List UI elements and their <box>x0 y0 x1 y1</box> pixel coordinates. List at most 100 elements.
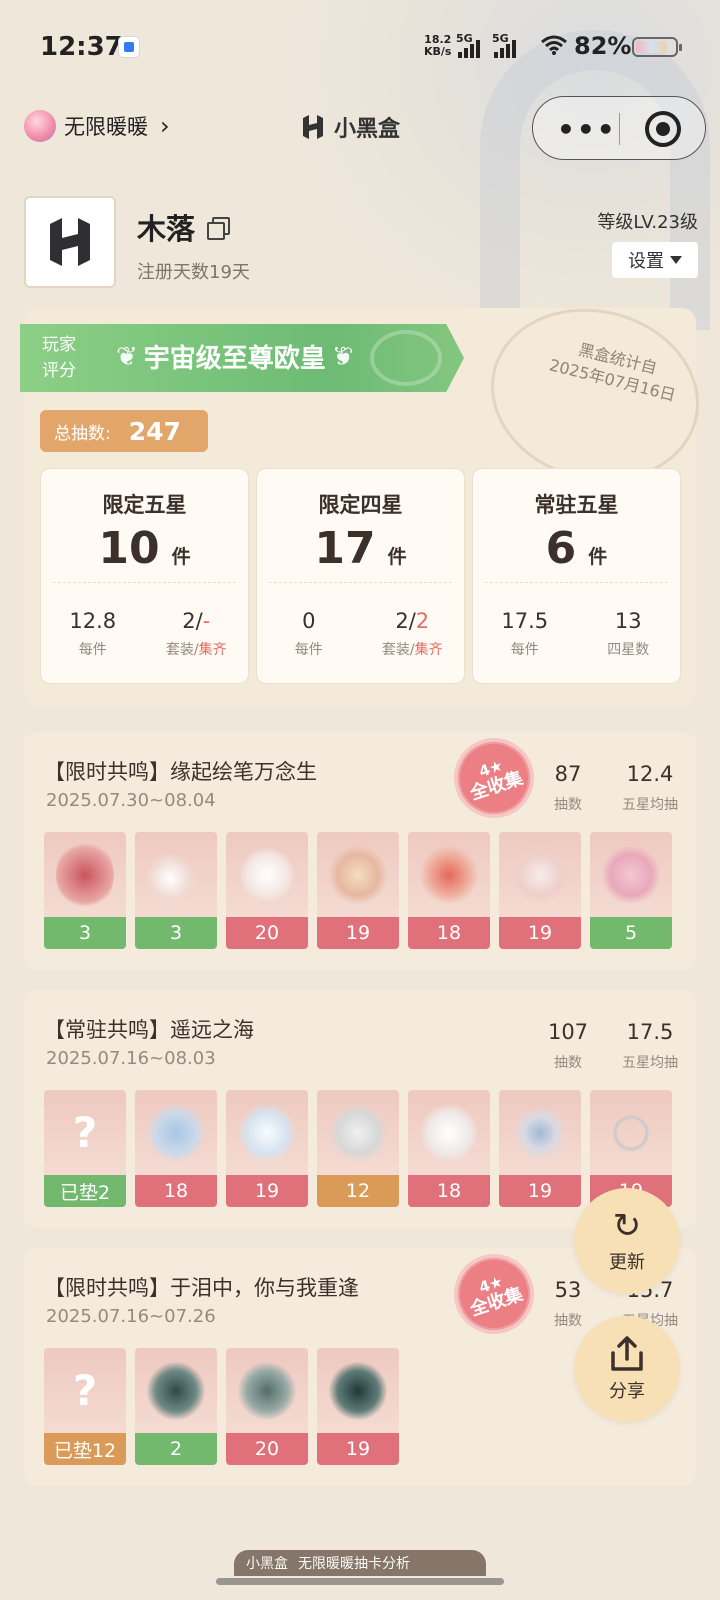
banner-section-1[interactable]: 【限时共鸣】缘起绘笔万念生 2025.07.30~08.04 4★ 全收集 87… <box>24 727 696 970</box>
stat-title: 常驻五星 <box>534 493 619 517</box>
game-switcher[interactable]: 无限暖暖 › <box>24 110 170 142</box>
item-card[interactable]: 3 <box>44 832 126 949</box>
user-avatar[interactable] <box>24 196 116 288</box>
item-image <box>602 840 660 910</box>
item-image <box>329 1356 387 1426</box>
refresh-icon: ↻ <box>612 1206 642 1246</box>
item-card[interactable]: 19 <box>317 1348 399 1465</box>
item-image <box>147 1356 205 1426</box>
banner-title: 【限时共鸣】于泪中，你与我重逢 <box>44 1276 359 1300</box>
stat-sub-value: 2/- <box>145 609 249 633</box>
bottom-text: 无限暖暖抽卡分析 <box>298 1556 410 1572</box>
item-card[interactable]: 18 <box>408 1090 490 1207</box>
item-count: 5 <box>590 917 672 949</box>
stat-sub-label: 套装/集齐 <box>361 639 465 659</box>
item-list: ? 已垫12 2 20 19 <box>44 1348 399 1465</box>
stat-unit: 件 <box>588 546 608 568</box>
stat-sub-value: 12.8 <box>69 609 117 633</box>
stat-number: 6 <box>545 523 577 574</box>
item-card[interactable]: 20 <box>226 832 308 949</box>
item-count: 20 <box>226 917 308 949</box>
stat-sub-label: 每件 <box>510 642 539 658</box>
stat-sub-left: 17.5 每件 <box>473 609 577 659</box>
complete-count: 2 <box>415 609 430 633</box>
avg-value: 12.4 <box>626 762 674 786</box>
item-count: 12 <box>317 1175 399 1207</box>
share-button[interactable]: 分享 <box>574 1316 680 1422</box>
signal-bars-2-icon <box>494 40 516 58</box>
complete-label: 集齐 <box>414 642 443 658</box>
stat-sub-label: 每件 <box>78 642 107 658</box>
item-card[interactable]: 19 <box>499 832 581 949</box>
stat-sub-label: 套装/集齐 <box>145 639 249 659</box>
item-card[interactable]: 12 <box>317 1090 399 1207</box>
item-image <box>511 1098 569 1168</box>
battery-percent: 82% <box>574 32 632 60</box>
item-count: 18 <box>408 1175 490 1207</box>
stat-divider <box>269 582 452 583</box>
user-level: 等级LV.23级 <box>597 212 698 233</box>
miniprogram-capsule: ••• <box>532 96 706 160</box>
item-card[interactable]: 19 <box>499 1090 581 1207</box>
four-star-label: 四星数 <box>607 642 650 658</box>
battery-icon <box>632 37 682 57</box>
notification-app-icon <box>118 36 140 58</box>
pulls-label: 抽数 <box>554 1055 582 1071</box>
caret-down-icon <box>670 256 682 264</box>
item-image <box>602 1098 660 1168</box>
sets-count: 2/ <box>395 609 416 633</box>
complete-count: - <box>202 609 211 633</box>
settings-button[interactable]: 设置 <box>612 242 698 278</box>
app-title: 小黑盒 <box>300 111 400 143</box>
item-count: 19 <box>317 1433 399 1465</box>
copy-icon[interactable] <box>207 217 231 240</box>
item-card[interactable]: 18 <box>408 832 490 949</box>
stat-limited-5star: 限定五星 10 件 12.8 每件 2/- 套装/集齐 <box>40 468 249 684</box>
refresh-button[interactable]: ↻ 更新 <box>574 1188 680 1294</box>
laurel-right-icon: ❦ <box>331 341 354 372</box>
rating-label-1: 玩家 <box>42 335 76 355</box>
banner-pulls: 107 抽数 <box>533 1020 603 1072</box>
item-card-unknown[interactable]: ? 已垫12 <box>44 1348 126 1465</box>
item-card[interactable]: 20 <box>226 1348 308 1465</box>
share-label: 分享 <box>609 1381 645 1402</box>
item-image <box>238 1356 296 1426</box>
pulls-label: 抽数 <box>554 797 582 813</box>
item-card[interactable]: 5 <box>590 832 672 949</box>
item-card[interactable]: 18 <box>135 1090 217 1207</box>
wifi-icon <box>541 35 567 55</box>
bottom-brand-bar: 小黑盒 无限暖暖抽卡分析 <box>234 1550 486 1576</box>
banner-date: 2025.07.16~07.26 <box>46 1306 216 1327</box>
home-indicator[interactable] <box>216 1578 504 1585</box>
close-miniprogram-icon[interactable] <box>645 111 681 147</box>
stat-value: 10 件 <box>41 523 248 574</box>
item-card[interactable]: 2 <box>135 1348 217 1465</box>
item-card-unknown[interactable]: ? 已垫2 <box>44 1090 126 1207</box>
stat-sub-value: 2/2 <box>361 609 465 633</box>
item-list: 3 3 20 19 18 19 5 <box>44 832 672 949</box>
banner-section-2[interactable]: 【常驻共鸣】遥远之海 2025.07.16~08.03 107 抽数 17.5 … <box>24 990 696 1228</box>
stat-value: 6件 <box>473 523 680 574</box>
full-collection-badge: 4★ 全收集 <box>443 727 545 829</box>
banner-date: 2025.07.16~08.03 <box>46 1048 216 1069</box>
item-image <box>420 1098 478 1168</box>
stat-standard-5star: 常驻五星 6件 17.5 每件 13 四星数 <box>472 468 681 684</box>
question-mark-icon: ? <box>72 1366 98 1415</box>
game-avatar <box>24 110 56 142</box>
signal-bars-1-icon <box>458 40 480 58</box>
more-icon[interactable]: ••• <box>557 113 617 146</box>
app-title-text: 小黑盒 <box>334 117 401 142</box>
item-card[interactable]: 19 <box>226 1090 308 1207</box>
total-pulls-value: 247 <box>128 416 181 446</box>
avg-label: 五星均抽 <box>622 797 678 813</box>
item-card[interactable]: 19 <box>317 832 399 949</box>
item-image <box>147 840 205 910</box>
stat-unit: 件 <box>387 546 407 568</box>
four-star-count: 13 <box>614 609 642 633</box>
sets-label: 套装/ <box>165 642 199 658</box>
stat-sub-right: 2/- 套装/集齐 <box>145 609 249 659</box>
refresh-label: 更新 <box>609 1252 645 1273</box>
item-card[interactable]: 3 <box>135 832 217 949</box>
banner-pulls: 87 抽数 <box>533 762 603 814</box>
heybox-logo-icon <box>303 115 323 139</box>
